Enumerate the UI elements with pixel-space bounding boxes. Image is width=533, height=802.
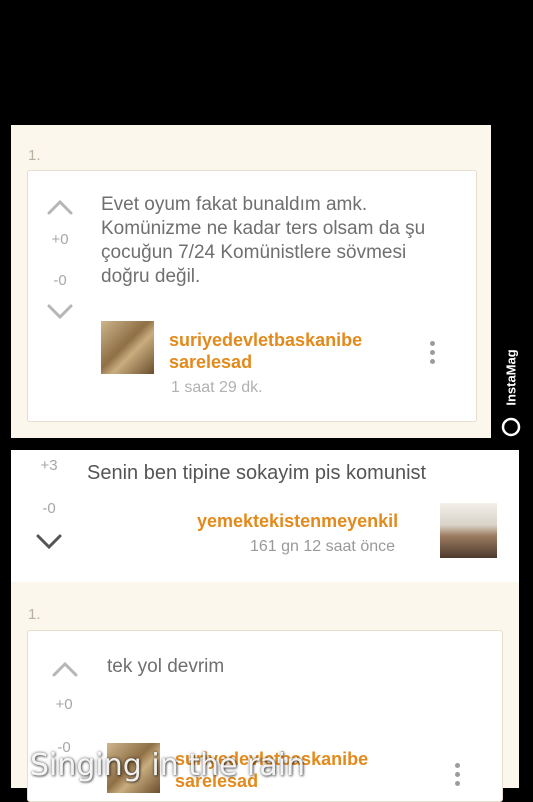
timestamp: 161 gn 12 saat önce: [250, 538, 396, 555]
upvote-count: +3: [40, 457, 58, 474]
instamag-label: InstaMag: [503, 349, 519, 406]
reply-card: +3 -0 Senin ben tipine sokayim pis komun…: [11, 450, 519, 582]
more-vertical-icon[interactable]: [430, 341, 435, 368]
more-vertical-icon[interactable]: [455, 763, 460, 790]
chevron-down-icon[interactable]: [47, 304, 73, 320]
comment-text: Senin ben tipine sokayim pis komunist: [87, 462, 427, 484]
comment-card: +0 -0 Evet oyum fakat bunaldım amk. Komü…: [27, 170, 477, 422]
avatar[interactable]: [101, 321, 154, 374]
comment-index: 1.: [28, 606, 41, 623]
instamag-watermark: InstaMag: [496, 330, 530, 440]
timestamp: 1 saat 29 dk.: [171, 379, 263, 396]
chevron-down-icon[interactable]: [36, 534, 62, 550]
chevron-up-icon[interactable]: [47, 199, 73, 215]
downvote-count: -0: [42, 500, 56, 517]
comment-panel-1: 1. +0 -0 Evet oyum fakat bunaldım amk. K…: [11, 125, 491, 438]
username-link[interactable]: suriyedevletbaskanibe sarelesad: [169, 329, 362, 373]
chevron-up-icon[interactable]: [52, 661, 78, 677]
comment-text: Evet oyum fakat bunaldım amk. Komünizme …: [101, 194, 426, 287]
comment-text: tek yol devrim: [107, 656, 225, 677]
caption-overlay: Singing in the rain: [30, 748, 306, 783]
avatar[interactable]: [440, 503, 497, 558]
downvote-count: -0: [53, 272, 67, 289]
comment-index: 1.: [28, 147, 41, 164]
upvote-count: +0: [55, 696, 73, 713]
upvote-count: +0: [51, 231, 69, 248]
username-link[interactable]: yemektekistenmeyenkil: [197, 510, 398, 532]
instamag-logo-icon: [501, 417, 521, 437]
